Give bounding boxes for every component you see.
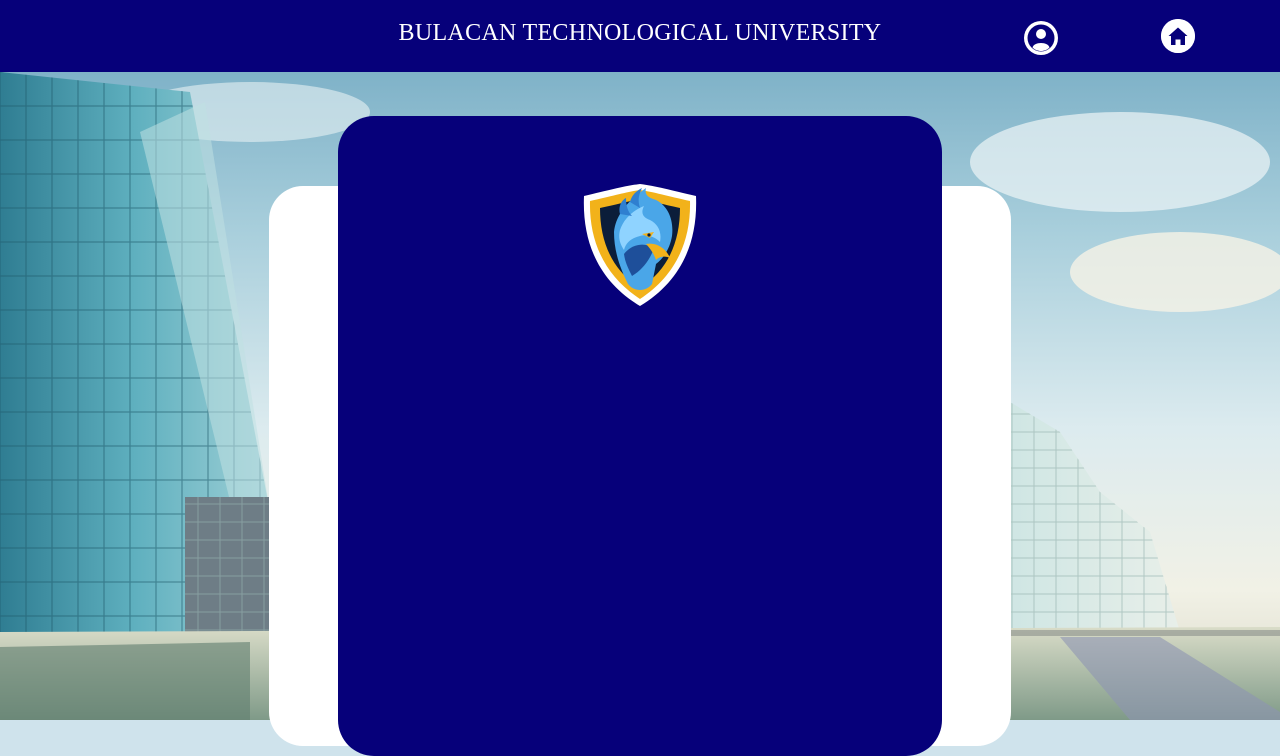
university-title: BULACAN TECHNOLOGICAL UNIVERSITY (398, 20, 882, 46)
home-icon (1161, 19, 1195, 53)
user-circle-icon (1025, 22, 1057, 54)
profile-button[interactable] (1024, 21, 1058, 55)
login-card (338, 116, 942, 756)
eagle-shield-logo (583, 184, 697, 306)
home-button[interactable] (1161, 19, 1195, 53)
top-header: BULACAN TECHNOLOGICAL UNIVERSITY (0, 0, 1280, 72)
